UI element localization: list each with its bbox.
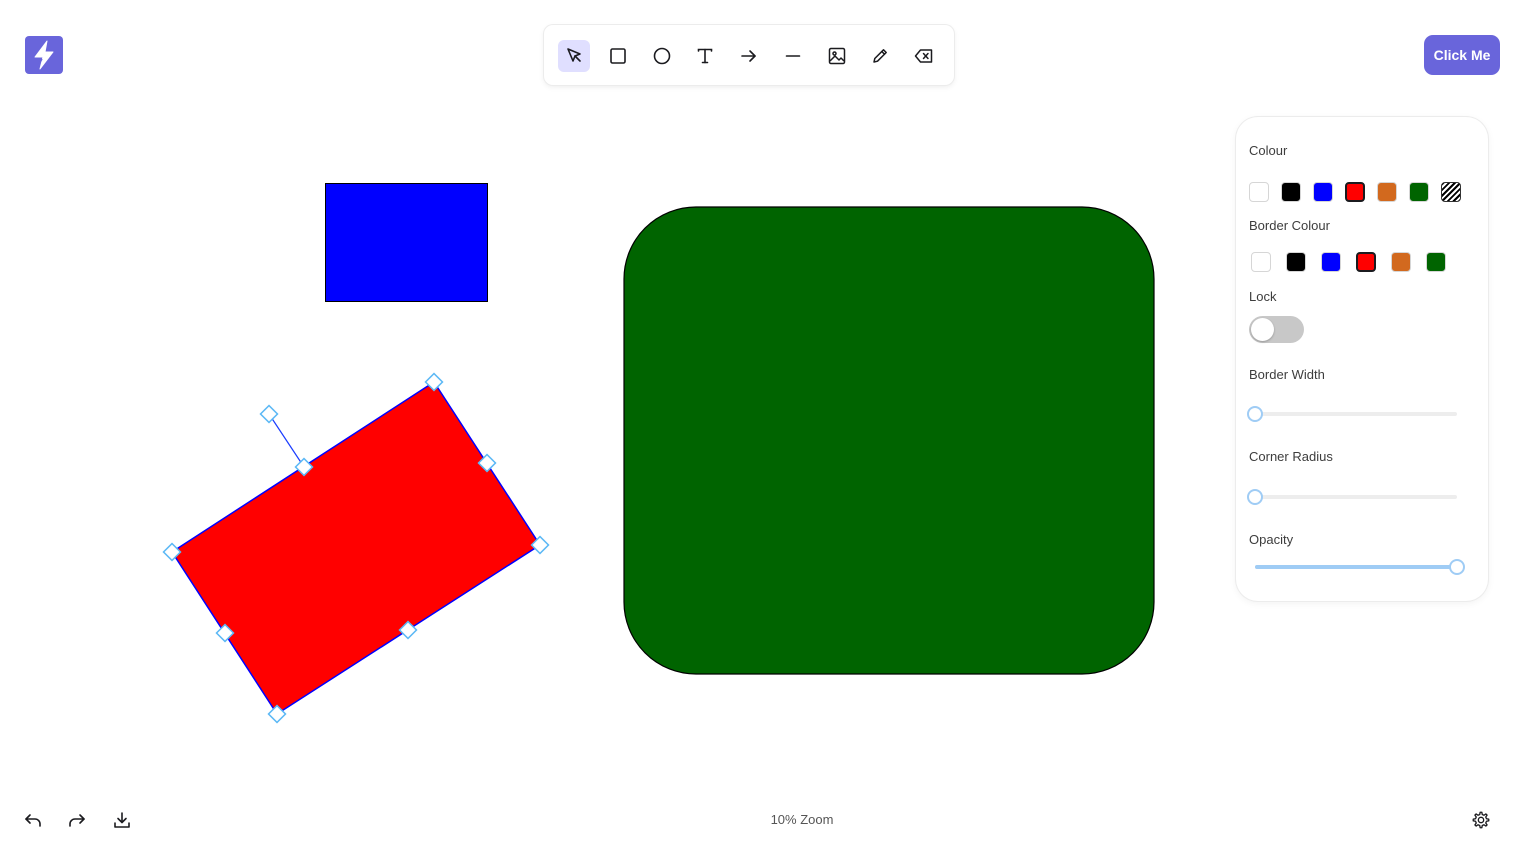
border-colour-swatch[interactable] (1286, 252, 1306, 272)
colour-swatch[interactable] (1281, 182, 1301, 202)
opacity-slider[interactable] (1255, 559, 1465, 575)
border-colour-swatch[interactable] (1356, 252, 1376, 272)
border-colour-swatch[interactable] (1251, 252, 1271, 272)
border-colour-label: Border Colour (1249, 218, 1330, 233)
blue-rectangle[interactable] (325, 183, 488, 302)
gear-icon (1472, 811, 1490, 829)
rotation-stem (268, 413, 305, 468)
border-colour-swatch[interactable] (1391, 252, 1411, 272)
redo-icon (69, 814, 85, 827)
opacity-label: Opacity (1249, 532, 1294, 547)
whiteboard-app: Click Me Colour Border Colour Lock Borde… (0, 0, 1513, 845)
undo-button[interactable] (21, 808, 45, 832)
settings-button[interactable] (1469, 808, 1493, 832)
undo-icon (25, 814, 41, 827)
lock-toggle-knob (1251, 318, 1274, 341)
rotation-handle[interactable] (259, 404, 279, 424)
colour-swatch-transparent[interactable] (1441, 182, 1461, 202)
zoom-level: 10% Zoom (770, 812, 834, 827)
border-colour-swatch[interactable] (1426, 252, 1446, 272)
colour-label: Colour (1249, 143, 1288, 158)
download-icon (114, 812, 130, 828)
red-rectangle[interactable] (170, 380, 542, 716)
corner-radius-label: Corner Radius (1249, 449, 1333, 464)
border-width-slider[interactable] (1247, 406, 1457, 422)
opacity-slider-thumb[interactable] (1449, 559, 1465, 575)
colour-swatch[interactable] (1313, 182, 1333, 202)
colour-swatch[interactable] (1377, 182, 1397, 202)
colour-swatch[interactable] (1409, 182, 1429, 202)
download-button[interactable] (110, 808, 134, 832)
border-width-slider-thumb[interactable] (1247, 406, 1263, 422)
redo-button[interactable] (65, 808, 89, 832)
green-rounded-rectangle[interactable] (623, 206, 1155, 675)
border-width-label: Border Width (1249, 367, 1325, 382)
lock-toggle[interactable] (1249, 316, 1304, 343)
lock-label: Lock (1249, 289, 1277, 304)
corner-radius-slider[interactable] (1247, 489, 1457, 505)
corner-radius-slider-thumb[interactable] (1247, 489, 1263, 505)
colour-swatch[interactable] (1345, 182, 1365, 202)
opacity-slider-fill (1255, 565, 1457, 569)
border-colour-swatch[interactable] (1321, 252, 1341, 272)
red-rectangle-selected[interactable] (162, 372, 550, 724)
colour-swatch[interactable] (1249, 182, 1269, 202)
properties-panel: Colour Border Colour Lock Border Width C… (1236, 117, 1488, 601)
